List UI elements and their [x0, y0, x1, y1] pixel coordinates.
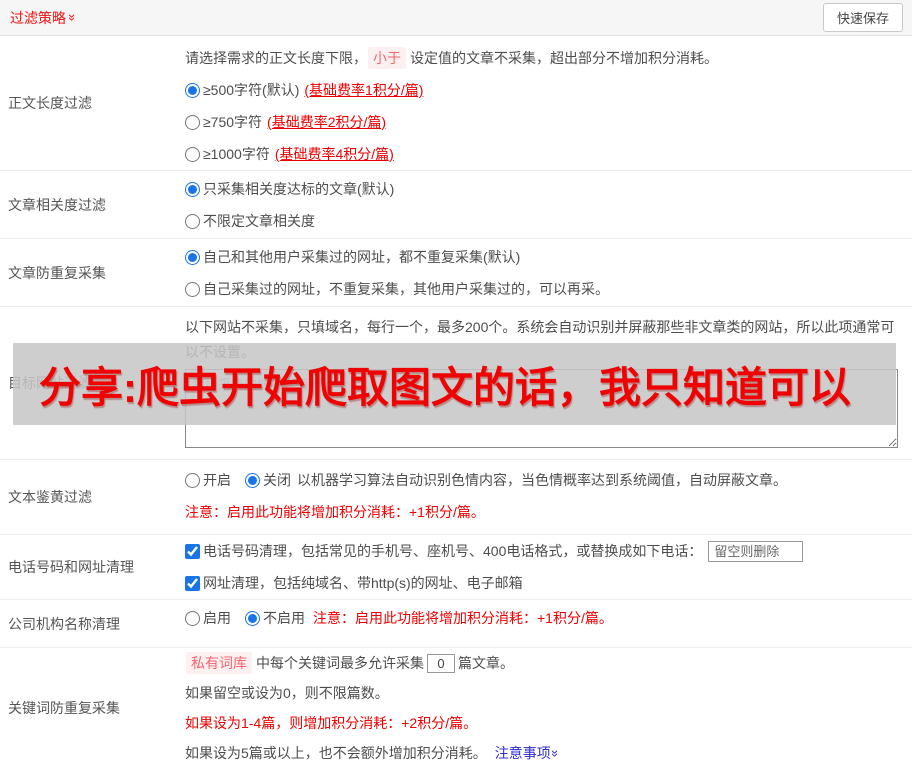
option-label: 自己采集过的网址，不重复采集，其他用户采集过的，可以再采。 [203, 281, 609, 297]
relevance-option-strict-radio[interactable] [185, 181, 200, 197]
phone-cleanup-checkbox-row[interactable]: 电话号码清理，包括常见的手机号、座机号、400电话格式，或替换成如下电话： [185, 535, 902, 567]
dedup-option-self-radio[interactable] [185, 281, 200, 297]
option-label: 不限定文章相关度 [203, 213, 315, 229]
relevance-option-strict[interactable]: 只采集相关度达标的文章(默认) [185, 173, 902, 205]
option-label: 网址清理，包括纯域名、带http(s)的网址、电子邮箱 [203, 575, 523, 591]
length-filter-intro: 请选择需求的正文长度下限， 小于 设定值的文章不采集，超出部分不增加积分消耗。 [185, 42, 902, 74]
chevron-down-icon: » [547, 749, 563, 757]
quick-save-button[interactable]: 快速保存 [822, 3, 903, 32]
option-label: ≥750字符 [203, 114, 263, 130]
chevron-down-icon: » [65, 13, 81, 22]
row-porn-filter-label: 文本鉴黄过滤 [8, 489, 92, 505]
length-option-500-radio[interactable] [185, 82, 200, 98]
line1-suffix: 篇文章。 [458, 655, 514, 671]
porn-filter-on-radio[interactable] [185, 472, 200, 488]
phone-cleanup-checkbox[interactable] [185, 543, 200, 559]
dedup-option-global[interactable]: 自己和其他用户采集过的网址，都不重复采集(默认) [185, 241, 902, 273]
intro-text-before: 请选择需求的正文长度下限， [185, 50, 367, 66]
keyword-dedup-line2: 如果留空或设为0，则不限篇数。 [185, 685, 389, 701]
porn-filter-off[interactable]: 关闭 [245, 470, 291, 490]
company-cleanup-on[interactable]: 启用 [185, 608, 231, 628]
option-cost-note: (基础费率1积分/篇) [304, 82, 424, 98]
max-articles-input[interactable] [427, 653, 455, 673]
company-cleanup-on-radio[interactable] [185, 610, 200, 626]
option-label: 只采集相关度达标的文章(默认) [203, 181, 395, 197]
row-company-cleanup: 公司机构名称清理 启用 不启用 注意：启用此功能将增加积分消耗：+1积分/篇。 [0, 600, 912, 648]
replacement-phone-input[interactable] [708, 540, 804, 562]
less-than-tag: 小于 [368, 47, 406, 69]
row-relevance-filter: 文章相关度过滤 只采集相关度达标的文章(默认) 不限定文章相关度 [0, 171, 912, 239]
row-dedup-filter-label: 文章防重复采集 [8, 264, 106, 281]
relevance-option-any[interactable]: 不限定文章相关度 [185, 205, 902, 237]
row-company-cleanup-label: 公司机构名称清理 [8, 615, 120, 632]
keyword-dedup-line3: 如果设为1-4篇，则增加积分消耗：+2积分/篇。 [185, 715, 478, 731]
porn-filter-warning: 注意：启用此功能将增加积分消耗：+1积分/篇。 [185, 504, 485, 520]
line1-text: 中每个关键词最多允许采集 [256, 655, 424, 671]
row-phone-cleanup: 电话号码和网址清理 电话号码清理，包括常见的手机号、座机号、400电话格式，或替… [0, 535, 912, 600]
row-keyword-dedup: 关键词防重复采集 私有词库 中每个关键词最多允许采集 篇文章。 如果留空或设为0… [0, 648, 912, 768]
length-option-750-radio[interactable] [185, 114, 200, 130]
page-title[interactable]: 过滤策略 » [10, 8, 81, 28]
option-label: 自己和其他用户采集过的网址，都不重复采集(默认) [203, 249, 521, 265]
url-cleanup-checkbox[interactable] [185, 575, 200, 591]
row-keyword-dedup-label: 关键词防重复采集 [8, 700, 120, 716]
row-phone-cleanup-label: 电话号码和网址清理 [8, 559, 134, 575]
dedup-option-global-radio[interactable] [185, 249, 200, 265]
option-label: 不启用 [263, 610, 305, 626]
keyword-dedup-line4: 如果设为5篇或以上，也不会额外增加积分消耗。 注意事项 » [185, 738, 902, 768]
page-header: 过滤策略 » 快速保存 [0, 0, 912, 36]
page-title-text: 过滤策略 [10, 9, 66, 26]
row-porn-filter: 文本鉴黄过滤 开启 关闭 以机器学习算法自动识别色情内容，当色情概率达到系统阈值… [0, 460, 912, 535]
company-cleanup-off[interactable]: 不启用 [245, 608, 305, 628]
keyword-dedup-line1: 私有词库 中每个关键词最多允许采集 篇文章。 [185, 648, 902, 678]
intro-text-after: 设定值的文章不采集，超出部分不增加积分消耗。 [410, 50, 718, 66]
length-option-1000[interactable]: ≥1000字符 (基础费率4积分/篇) [185, 138, 902, 170]
option-label: 启用 [203, 610, 231, 626]
porn-filter-off-radio[interactable] [245, 472, 260, 488]
private-lexicon-tag: 私有词库 [186, 652, 252, 674]
option-label: 电话号码清理，包括常见的手机号、座机号、400电话格式，或替换成如下电话： [203, 543, 703, 559]
dedup-option-self[interactable]: 自己采集过的网址，不重复采集，其他用户采集过的，可以再采。 [185, 273, 902, 305]
option-label: ≥500字符(默认) [203, 82, 300, 98]
company-cleanup-off-radio[interactable] [245, 610, 260, 626]
option-cost-note: (基础费率2积分/篇) [267, 114, 387, 130]
length-option-750[interactable]: ≥750字符 (基础费率2积分/篇) [185, 106, 902, 138]
option-label: ≥1000字符 [203, 146, 270, 162]
relevance-option-any-radio[interactable] [185, 213, 200, 229]
row-relevance-filter-label: 文章相关度过滤 [8, 196, 106, 213]
option-cost-note: (基础费率4积分/篇) [274, 146, 394, 162]
option-label: 关闭 [263, 472, 291, 488]
line4-text: 如果设为5篇或以上，也不会额外增加积分消耗。 [185, 745, 487, 761]
notes-link-text: 注意事项 [494, 745, 551, 761]
porn-filter-desc: 以机器学习算法自动识别色情内容，当色情概率达到系统阈值，自动屏蔽文章。 [297, 472, 787, 488]
row-length-filter: 正文长度过滤 请选择需求的正文长度下限， 小于 设定值的文章不采集，超出部分不增… [0, 36, 912, 171]
length-option-500[interactable]: ≥500字符(默认) (基础费率1积分/篇) [185, 74, 902, 106]
watermark-banner: 分享:爬虫开始爬取图文的话，我只知道可以 [13, 343, 896, 425]
row-length-filter-label: 正文长度过滤 [8, 95, 92, 111]
watermark-text: 分享:爬虫开始爬取图文的话，我只知道可以 [39, 363, 851, 411]
row-dedup-filter: 文章防重复采集 自己和其他用户采集过的网址，都不重复采集(默认) 自己采集过的网… [0, 239, 912, 307]
notes-link[interactable]: 注意事项 » [494, 743, 563, 763]
length-option-1000-radio[interactable] [185, 146, 200, 162]
url-cleanup-checkbox-row[interactable]: 网址清理，包括纯域名、带http(s)的网址、电子邮箱 [185, 567, 902, 599]
porn-filter-on[interactable]: 开启 [185, 470, 231, 490]
option-label: 开启 [203, 472, 231, 488]
company-cleanup-warning: 注意：启用此功能将增加积分消耗：+1积分/篇。 [313, 610, 613, 626]
